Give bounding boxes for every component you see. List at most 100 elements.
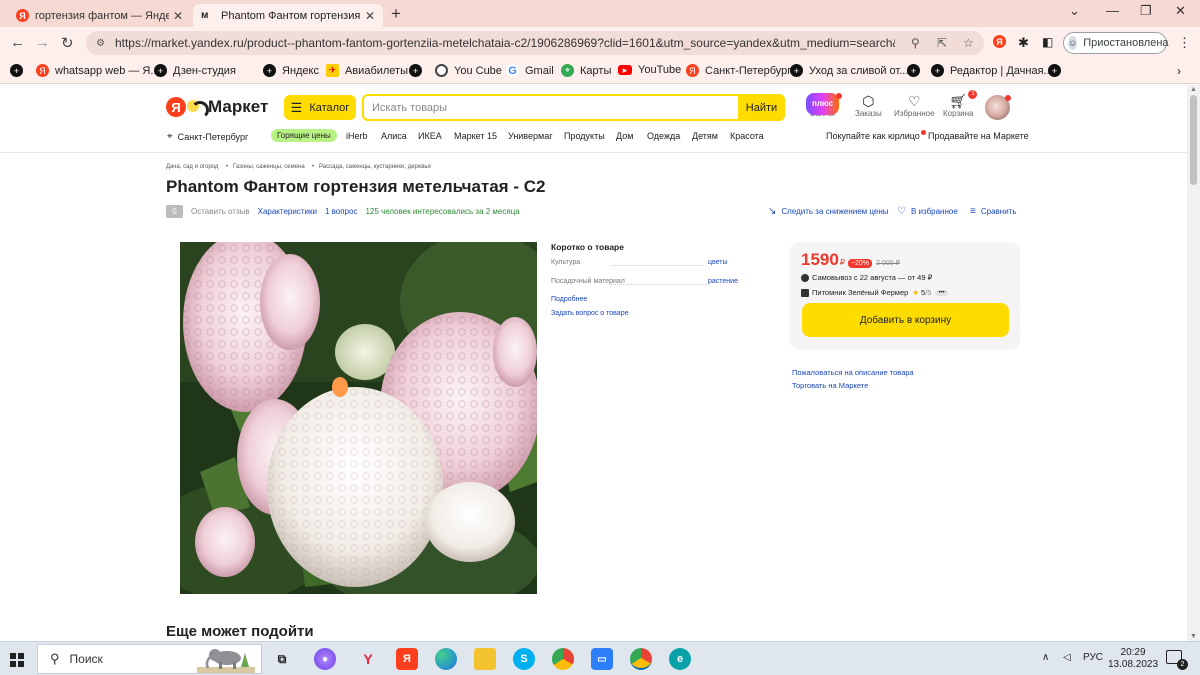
seller-info[interactable]: Питомник Зелёный Фермер ★ 5 /5 ••• <box>801 288 948 297</box>
bookmark-plus[interactable]: + <box>1048 64 1067 77</box>
breadcrumb-item[interactable]: Рассада, саженцы, кустарники, деревья <box>319 164 431 170</box>
subnav-item[interactable]: iHerb <box>346 131 368 141</box>
edge-icon[interactable] <box>435 648 457 670</box>
header-favorites[interactable]: ♡ Избранное <box>894 93 935 118</box>
subnav-sell-on-market[interactable]: Продавайте на Маркете <box>928 131 1029 141</box>
zoom-search-icon[interactable]: ⚲ <box>911 36 920 50</box>
property-value-link[interactable]: цветы <box>708 259 728 266</box>
clock[interactable]: 20:29 13.08.2023 <box>1108 647 1158 671</box>
breadcrumb-item[interactable]: Дача, сад и огород <box>166 164 218 170</box>
search-button[interactable]: Найти <box>738 94 785 121</box>
address-bar[interactable]: ⚙ https://market.yandex.ru/product--phan… <box>86 31 984 55</box>
add-favorite-button[interactable]: ♡ В избранное <box>897 206 958 217</box>
report-description-link[interactable]: Пожаловаться на описание товара <box>792 366 914 379</box>
leave-review-link[interactable]: Оставить отзыв <box>191 207 250 216</box>
subnav-item[interactable]: Дом <box>616 131 633 141</box>
browser-tab-product[interactable]: ᴍ Phantom Фантом гортензия мет ✕ <box>193 4 383 27</box>
breadcrumb-item[interactable]: Газоны, саженцы, семена <box>233 164 305 170</box>
bookmarks-overflow-icon[interactable]: › <box>1177 64 1181 78</box>
subnav-item[interactable]: Маркет 15 <box>454 131 497 141</box>
subnav-item[interactable]: Одежда <box>647 131 680 141</box>
notifications-icon[interactable]: 2 <box>1166 650 1188 670</box>
characteristics-link[interactable]: Характеристики <box>258 207 317 216</box>
sell-on-market-link[interactable]: Торговать на Маркете <box>792 379 914 392</box>
bookmark-item[interactable]: + Дзен-студия <box>154 64 236 77</box>
subnav-item[interactable]: Продукты <box>564 131 605 141</box>
yandex-extension-icon[interactable]: Я <box>993 35 1006 48</box>
scroll-thumb[interactable] <box>1190 95 1197 185</box>
bookmark-item[interactable]: Я Санкт-Петербург <box>686 64 791 77</box>
questions-link[interactable]: 1 вопрос <box>325 207 358 216</box>
task-view-icon[interactable]: ⧉ <box>271 648 293 670</box>
product-photo[interactable] <box>180 242 537 594</box>
user-avatar[interactable] <box>985 95 1011 120</box>
ask-question-link[interactable]: Задать вопрос о товаре <box>551 310 751 317</box>
subnav-item[interactable]: Универмаг <box>508 131 552 141</box>
bookmark-item[interactable]: ⌖ Карты <box>561 64 611 77</box>
video-call-icon[interactable]: ▭ <box>591 648 613 670</box>
taskbar-search[interactable]: ⚲ Поиск <box>37 644 262 674</box>
yandex-app-icon[interactable]: Я <box>396 648 418 670</box>
bookmark-plus[interactable]: + <box>10 64 29 77</box>
file-explorer-icon[interactable] <box>474 648 496 670</box>
bookmark-plus[interactable]: + <box>907 64 926 77</box>
url-text[interactable]: https://market.yandex.ru/product--phanto… <box>115 36 895 50</box>
bookmark-item[interactable]: + Уход за сливой от... <box>790 64 908 77</box>
compare-button[interactable]: ≡ Сравнить <box>970 206 1017 217</box>
new-tab-icon[interactable]: + <box>391 4 401 24</box>
subnav-item[interactable]: Красота <box>730 131 764 141</box>
volume-icon[interactable]: ◁ <box>1063 652 1071 663</box>
input-language[interactable]: РУС <box>1083 652 1103 663</box>
bookmark-item[interactable]: ✈ Авиабилеты <box>326 64 408 77</box>
header-cart[interactable]: 🛒︎ 1 Корзина <box>943 90 978 118</box>
chrome-icon[interactable] <box>552 648 574 670</box>
subnav-legal-entity[interactable]: Покупайте как юрлицо <box>826 130 926 141</box>
reload-icon[interactable]: ↻ <box>61 34 74 52</box>
location-selector[interactable]: ⌖ Санкт-Петербург <box>167 131 248 142</box>
back-icon[interactable]: ← <box>10 34 25 51</box>
close-tab-icon[interactable]: ✕ <box>365 9 375 23</box>
menu-dots-icon[interactable]: ⋮ <box>1178 35 1191 51</box>
property-value-link[interactable]: растение <box>708 278 738 285</box>
subnav-item[interactable]: Детям <box>692 131 718 141</box>
extensions-puzzle-icon[interactable]: ✱ <box>1018 35 1029 51</box>
subnav-hot-prices[interactable]: Горящие цены <box>271 129 337 142</box>
forward-icon[interactable]: → <box>35 34 50 51</box>
minimize-icon[interactable]: — <box>1106 3 1119 18</box>
close-window-icon[interactable]: ✕ <box>1175 3 1186 19</box>
side-panel-icon[interactable]: ◧ <box>1042 35 1053 49</box>
delivery-info[interactable]: Самовывоз с 22 августа — от 49 ₽ <box>801 273 932 282</box>
browser-tab-search[interactable]: Я гортензия фантом — Яндекс: на ✕ <box>8 4 191 27</box>
header-orders[interactable]: ⬡ Заказы <box>855 93 882 118</box>
share-icon[interactable]: ⇱ <box>937 36 947 50</box>
header-plus-points[interactable]: плюс Баллы <box>806 93 842 118</box>
skype-icon[interactable]: S <box>513 648 535 670</box>
subnav-item[interactable]: Алиса <box>381 131 407 141</box>
market-logo[interactable]: Я Маркет <box>166 97 268 119</box>
yandex-browser-icon[interactable]: Y <box>357 648 379 670</box>
price-watch-button[interactable]: ↘ Следить за снижением цены <box>768 206 889 217</box>
search-input[interactable] <box>372 100 732 116</box>
tray-chevron-icon[interactable]: ∧ <box>1042 652 1049 663</box>
tab-list-chevron-icon[interactable]: ⌄ <box>1069 3 1080 19</box>
scroll-up-icon[interactable]: ▲ <box>1190 86 1197 93</box>
bookmark-item[interactable]: Яwhatsapp web — Я... <box>36 64 160 77</box>
close-tab-icon[interactable]: ✕ <box>173 9 183 23</box>
catalog-button[interactable]: ☰ Каталог <box>284 95 356 120</box>
bookmark-item[interactable]: G Gmail <box>506 64 554 77</box>
profile-button[interactable]: ☺ Приостановлена <box>1063 32 1169 54</box>
bookmark-item[interactable]: ▸ YouTube <box>618 64 681 76</box>
bookmark-item[interactable]: + Яндекс <box>263 64 319 77</box>
chrome-active-icon[interactable] <box>630 648 652 670</box>
bookmark-item[interactable]: You Cube <box>435 64 502 77</box>
restore-icon[interactable]: ❐ <box>1140 3 1152 19</box>
windows-start-icon[interactable] <box>10 653 24 667</box>
eset-icon[interactable]: e <box>669 648 691 670</box>
bookmark-plus[interactable]: + <box>409 64 428 77</box>
bookmark-star-icon[interactable]: ☆ <box>963 36 974 50</box>
site-info-icon[interactable]: ⚙ <box>96 38 105 49</box>
alice-icon[interactable]: ● <box>314 648 336 670</box>
bookmark-item[interactable]: + Редактор | Дачная... <box>931 64 1053 77</box>
scroll-down-icon[interactable]: ▼ <box>1190 633 1197 640</box>
more-dots-icon[interactable]: ••• <box>935 289 948 296</box>
